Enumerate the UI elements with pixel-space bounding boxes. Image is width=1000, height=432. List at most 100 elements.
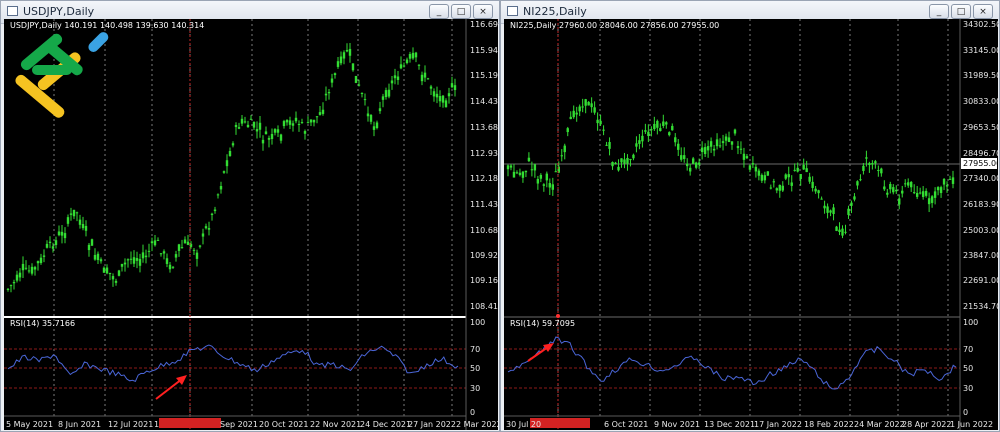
rsi-tick: 70 bbox=[963, 345, 973, 354]
candle-body bbox=[249, 118, 253, 120]
candle-body bbox=[165, 258, 169, 264]
price-tick: 109.165 bbox=[470, 276, 498, 285]
candle-body bbox=[306, 122, 310, 124]
candle-body bbox=[108, 272, 112, 275]
candle-body bbox=[590, 103, 593, 108]
candle-body bbox=[141, 252, 145, 259]
candle-body bbox=[45, 243, 49, 248]
candle-body bbox=[315, 116, 319, 118]
window-title: NI225,Daily bbox=[523, 5, 587, 18]
candle-body bbox=[703, 147, 707, 155]
candle-body bbox=[853, 196, 856, 200]
chart-canvas[interactable]: NI225,Daily 27960.00 28046.00 27856.00 2… bbox=[504, 19, 998, 430]
candle-body bbox=[180, 247, 184, 249]
rsi-tick: 30 bbox=[963, 384, 973, 393]
minimize-icon[interactable]: _ bbox=[929, 4, 949, 19]
candle-body bbox=[877, 169, 880, 171]
candle-body bbox=[393, 75, 397, 79]
maximize-icon[interactable]: □ bbox=[951, 4, 971, 19]
candle-body bbox=[748, 165, 752, 170]
candle-body bbox=[123, 262, 127, 265]
price-tick: 116.695 bbox=[470, 20, 498, 29]
price-tick: 111.430 bbox=[470, 200, 498, 209]
date-tick: 22 Nov 2021 bbox=[310, 420, 361, 429]
usdjpy-chart-window[interactable]: USDJPY,Daily _ □ × USDJPY,Daily 140.191 … bbox=[0, 0, 500, 432]
candle-body bbox=[506, 165, 510, 170]
candle-body bbox=[405, 59, 409, 64]
candle-body bbox=[345, 50, 349, 52]
candle-body bbox=[216, 194, 220, 196]
candle-body bbox=[584, 99, 587, 106]
candle-body bbox=[629, 159, 632, 161]
candle-body bbox=[608, 142, 611, 149]
date-tick: 24 Mar 2022 bbox=[854, 420, 905, 429]
candle-body bbox=[408, 54, 412, 59]
candle-body bbox=[147, 250, 151, 252]
candle-body bbox=[174, 254, 178, 258]
candle-body bbox=[435, 93, 439, 98]
close-icon[interactable]: × bbox=[473, 4, 493, 19]
date-tick: 13 Dec 2021 bbox=[704, 420, 755, 429]
candle-body bbox=[378, 108, 382, 112]
candle-body bbox=[159, 253, 163, 255]
candle-body bbox=[366, 113, 370, 117]
rsi-tick: 100 bbox=[470, 318, 485, 327]
candle-body bbox=[18, 272, 22, 278]
chart-caption: NI225,Daily 27960.00 28046.00 27856.00 2… bbox=[510, 21, 719, 30]
candle-body bbox=[348, 48, 352, 56]
candle-body bbox=[237, 127, 241, 129]
candle-body bbox=[554, 171, 557, 173]
candle-body bbox=[207, 228, 211, 230]
chart-canvas[interactable]: USDJPY,Daily 140.191 140.498 139.630 140… bbox=[4, 19, 498, 430]
date-axis: 5 May 2021 8 Jun 2021 12 Jul 2021 1 Sep … bbox=[6, 420, 498, 429]
candle-body bbox=[303, 131, 307, 134]
candle-body bbox=[234, 124, 238, 128]
candle-body bbox=[282, 121, 286, 127]
candle-body bbox=[426, 78, 430, 80]
minimize-icon[interactable]: _ bbox=[429, 4, 449, 19]
candle-body bbox=[536, 178, 540, 184]
date-tick: 9 Nov 2021 bbox=[654, 420, 700, 429]
close-icon[interactable]: × bbox=[973, 4, 993, 19]
candle-body bbox=[39, 257, 43, 264]
candle-body bbox=[691, 158, 695, 164]
candle-body bbox=[354, 75, 358, 83]
candle-body bbox=[650, 129, 653, 131]
candle-body bbox=[700, 147, 704, 153]
candle-body bbox=[530, 169, 534, 171]
candle-body bbox=[581, 106, 584, 108]
candle-body bbox=[288, 120, 292, 125]
candle-body bbox=[662, 121, 665, 126]
candle-body bbox=[745, 156, 749, 159]
candle-body bbox=[150, 241, 154, 244]
candle-body bbox=[300, 122, 304, 124]
candle-body bbox=[63, 233, 67, 239]
candle-body bbox=[668, 132, 671, 136]
candle-body bbox=[390, 80, 394, 84]
candle-body bbox=[751, 163, 755, 165]
ni225-chart-window[interactable]: NI225,Daily _ □ × NI225,Daily 27960.00 2… bbox=[500, 0, 1000, 432]
date-tick: 6 Oct 2021 bbox=[604, 420, 648, 429]
candle-body bbox=[671, 125, 674, 131]
maximize-icon[interactable]: □ bbox=[451, 4, 471, 19]
candle-body bbox=[231, 143, 235, 146]
candle-body bbox=[138, 258, 142, 266]
candle-body bbox=[72, 209, 76, 217]
candle-body bbox=[204, 226, 208, 229]
candle-body bbox=[912, 192, 916, 194]
candle-body bbox=[907, 182, 910, 186]
candle-body bbox=[243, 121, 247, 123]
candle-body bbox=[258, 122, 262, 130]
candle-body bbox=[12, 282, 16, 284]
price-tick: 112.180 bbox=[470, 174, 498, 183]
candle-body bbox=[321, 109, 325, 114]
candle-body bbox=[674, 137, 677, 143]
candle-body bbox=[730, 141, 734, 145]
candle-body bbox=[363, 99, 367, 101]
candle-body bbox=[901, 190, 904, 194]
candle-body bbox=[820, 198, 823, 200]
candle-body bbox=[715, 139, 719, 147]
candle-body bbox=[951, 177, 955, 184]
rsi-label: RSI(14) 59.7095 bbox=[510, 319, 575, 328]
candle-body bbox=[677, 143, 680, 150]
